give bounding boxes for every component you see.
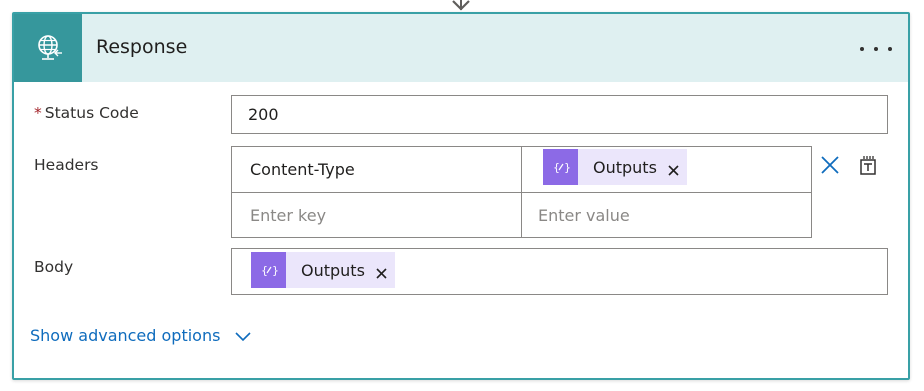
show-advanced-options-link[interactable]: Show advanced options — [30, 326, 252, 345]
ellipsis-icon — [874, 47, 878, 51]
action-title: Response — [96, 36, 188, 58]
header-value-token[interactable]: { } Outputs — [543, 149, 687, 185]
headers-label: Headers — [34, 156, 99, 174]
more-options-button[interactable] — [860, 38, 894, 58]
remove-token-icon[interactable] — [668, 164, 679, 176]
key-placeholder: Enter key — [250, 205, 327, 225]
response-action-card: Response * Status Code 200 Headers Conten… — [12, 12, 910, 380]
web-globe-icon — [14, 14, 82, 82]
header-key-value: Content-Type — [250, 160, 355, 179]
header-new-key-input[interactable]: Enter key — [231, 192, 522, 238]
header-new-value-input[interactable]: Enter value — [521, 192, 812, 238]
ellipsis-icon — [888, 47, 892, 51]
close-icon[interactable] — [820, 155, 840, 175]
body-token[interactable]: { } Outputs — [251, 252, 395, 288]
expression-icon: { } — [251, 252, 286, 288]
header-key-input[interactable]: Content-Type — [231, 146, 522, 193]
required-marker: * — [34, 104, 42, 122]
value-placeholder: Enter value — [538, 205, 630, 225]
chevron-down-icon — [235, 331, 252, 341]
ellipsis-icon — [860, 47, 864, 51]
svg-text:{: { — [553, 161, 560, 174]
token-label: Outputs — [301, 260, 365, 280]
switch-to-text-mode-icon[interactable] — [857, 154, 879, 176]
connector-arrow-icon — [452, 0, 470, 11]
body-label: Body — [34, 258, 74, 276]
status-code-value: 200 — [248, 105, 279, 124]
status-code-label: * Status Code — [34, 104, 139, 122]
svg-text:}: } — [272, 264, 278, 277]
svg-text:}: } — [564, 161, 570, 174]
remove-token-icon[interactable] — [376, 267, 387, 279]
token-label: Outputs — [593, 157, 657, 177]
svg-text:{: { — [261, 264, 268, 277]
status-code-input[interactable]: 200 — [231, 95, 888, 134]
expression-icon: { } — [543, 149, 578, 185]
advanced-options-label: Show advanced options — [30, 326, 221, 345]
action-header[interactable]: Response — [14, 14, 908, 82]
